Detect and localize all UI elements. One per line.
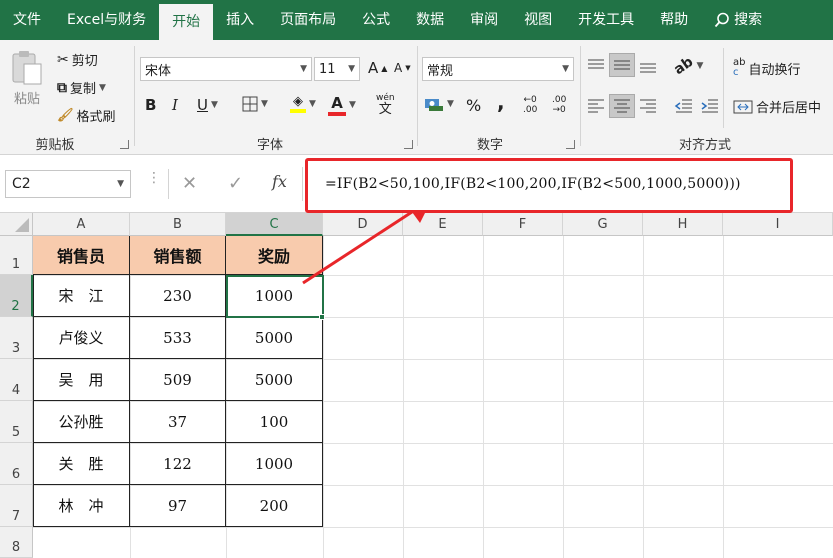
search-label: 搜索 [734,12,763,28]
chevron-down-icon: ▼ [309,98,316,109]
tab-file[interactable]: 文件 [0,0,54,40]
grow-font-button[interactable]: A ▲ [368,59,387,77]
formula-bar: C2 ▼ ⋮ ✕ ✓ fx =IF(B2<50,100,IF(B2<100,20… [0,155,833,213]
spreadsheet-grid: ABCDEFGHI 12345678 销售员 销售额 奖励宋 江 230 1000 卢俊义… [0,213,833,558]
chevron-down-icon: ▼ [261,99,268,109]
underline-button[interactable]: U ▼ [197,96,218,114]
align-center-icon [614,99,630,113]
wrap-text-icon: ab c [733,57,746,78]
tab-excel-finance[interactable]: Excel与财务 [54,0,159,40]
chevron-down-icon: ▼ [562,64,569,74]
cancel-icon[interactable]: ✕ [182,173,197,194]
paint-bucket-icon: ◈ [293,94,303,109]
tab-formulas[interactable]: 公式 [349,0,403,40]
orientation-button[interactable]: ab ▼ [671,54,704,78]
tab-review[interactable]: 审阅 [457,0,511,40]
tab-help[interactable]: 帮助 [647,0,701,40]
tab-page-layout[interactable]: 页面布局 [267,0,349,40]
up-arrow-icon: ▲ [381,63,388,73]
increase-decimal-button[interactable]: ←0.00 [523,95,537,115]
align-middle-button[interactable] [609,53,635,77]
borders-button[interactable]: ▼ [242,96,268,112]
tab-view[interactable]: 视图 [511,0,565,40]
italic-button[interactable]: I [172,96,178,114]
group-label-font: 字体 [256,138,283,153]
align-bottom-icon[interactable] [638,58,658,76]
group-label-alignment: 对齐方式 [678,138,731,153]
chevron-down-icon: ▼ [300,64,307,74]
number-launcher-icon[interactable] [566,140,575,149]
chevron-down-icon: ▼ [348,64,355,74]
fill-color-button[interactable]: ◈ ▼ [290,94,316,113]
annotation-arrow [302,213,425,285]
phonetic-button[interactable]: wén 文 [376,93,395,116]
annotation-highlight-box [305,158,793,213]
copy-button[interactable]: ⧉ 复制 ▼ [57,78,106,98]
align-middle-icon [614,60,630,70]
align-left-icon[interactable] [586,98,606,114]
chevron-down-icon: ▼ [117,179,124,189]
align-center-button[interactable] [609,94,635,118]
align-top-icon[interactable] [586,58,606,74]
shrink-font-button[interactable]: A ▼ [394,61,411,75]
down-arrow-icon: ▼ [405,64,411,72]
chevron-down-icon: ▼ [349,100,356,110]
clipboard-launcher-icon[interactable] [120,140,129,149]
menu-bar: 文件 Excel与财务 开始 插入 页面布局 公式 数据 审阅 视图 开发工具 … [0,0,833,40]
group-label-clipboard: 剪贴板 [35,138,75,153]
tab-developer[interactable]: 开发工具 [565,0,647,40]
font-size-select[interactable]: 11 ▼ [314,57,360,81]
borders-icon [242,96,258,112]
group-label-number: 数字 [476,138,503,153]
orientation-icon: ab [671,53,697,79]
insert-function-icon[interactable]: fx [272,172,287,191]
increase-indent-icon[interactable] [700,98,720,114]
tab-insert[interactable]: 插入 [213,0,267,40]
font-color-button[interactable]: A ▼ [328,94,356,116]
percent-button[interactable]: % [466,96,481,115]
brush-icon: 🖌 [57,108,74,123]
accounting-format-button[interactable]: ▼ [424,96,454,112]
font-launcher-icon[interactable] [404,140,413,149]
chevron-down-icon: ▼ [210,100,218,110]
decrease-decimal-button[interactable]: .00 →0 [552,95,566,115]
paste-icon [12,51,42,85]
bold-button[interactable]: B [145,96,156,114]
merge-center-button[interactable]: 合并后居中 [733,97,821,116]
merge-icon [733,100,753,113]
search-icon [714,12,729,28]
cut-button[interactable]: ✂ 剪切 [57,50,98,70]
drag-handle-icon[interactable]: ⋮ [147,171,161,185]
decrease-indent-icon[interactable] [674,98,694,114]
tab-search[interactable]: 搜索 [701,0,775,40]
number-format-select[interactable]: 常规 ▼ [422,57,574,81]
wrap-text-button[interactable]: ab c 自动换行 [733,58,801,78]
currency-icon [425,99,443,111]
chevron-down-icon: ▼ [99,82,106,93]
align-right-icon[interactable] [638,98,658,114]
format-painter-button[interactable]: 🖌 格式刷 [57,106,116,125]
tab-data[interactable]: 数据 [403,0,457,40]
chevron-down-icon: ▼ [447,99,454,109]
name-box[interactable]: C2 ▼ [5,170,131,198]
scissors-icon: ✂ [57,51,69,68]
font-name-select[interactable]: 宋体 ▼ [140,57,312,81]
tab-home[interactable]: 开始 [159,4,214,40]
copy-icon: ⧉ [57,79,67,96]
paste-button[interactable]: 粘贴 [10,50,44,107]
comma-button[interactable]: , [497,90,505,114]
chevron-down-icon: ▼ [696,61,704,71]
ribbon: 粘贴 ✂ 剪切 ⧉ 复制 ▼ 🖌 格式刷 剪贴板 宋体 ▼ 11 ▼ A ▲ A ▼ B… [0,40,833,155]
enter-icon[interactable]: ✓ [228,173,243,194]
